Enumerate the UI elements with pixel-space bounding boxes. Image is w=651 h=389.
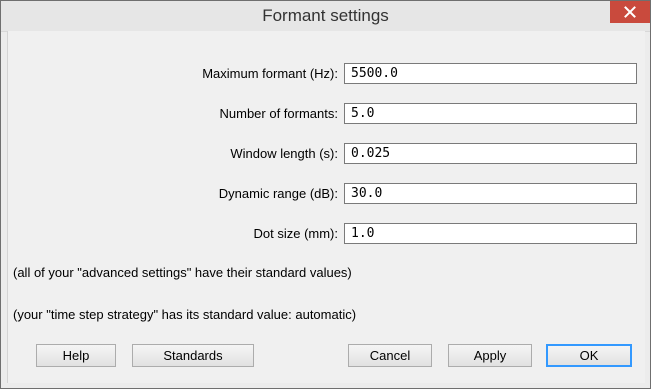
maximum-formant-label: Maximum formant (Hz):: [202, 66, 338, 81]
ok-button[interactable]: OK: [546, 344, 632, 367]
standards-button[interactable]: Standards: [132, 344, 254, 367]
time-step-strategy-note: (your "time step strategy" has its stand…: [13, 307, 357, 322]
number-of-formants-input[interactable]: [344, 103, 637, 124]
close-icon: [624, 6, 636, 18]
advanced-settings-note: (all of your "advanced settings" have th…: [13, 265, 352, 280]
dialog-title: Formant settings: [262, 6, 389, 25]
close-button[interactable]: [610, 1, 650, 23]
window-length-label: Window length (s):: [230, 146, 338, 161]
dialog-body: Maximum formant (Hz): Number of formants…: [7, 31, 645, 383]
apply-button[interactable]: Apply: [448, 344, 532, 367]
cancel-button[interactable]: Cancel: [348, 344, 432, 367]
formant-settings-dialog: Formant settings Maximum formant (Hz): N…: [0, 0, 651, 389]
dot-size-label: Dot size (mm):: [253, 226, 339, 241]
number-of-formants-label: Number of formants:: [219, 106, 339, 121]
dot-size-input[interactable]: [344, 223, 637, 244]
maximum-formant-input[interactable]: [344, 63, 637, 84]
title-bar[interactable]: Formant settings: [1, 1, 650, 32]
window-length-input[interactable]: [344, 143, 637, 164]
help-button[interactable]: Help: [36, 344, 116, 367]
dynamic-range-input[interactable]: [344, 183, 637, 204]
dynamic-range-label: Dynamic range (dB):: [218, 186, 338, 201]
